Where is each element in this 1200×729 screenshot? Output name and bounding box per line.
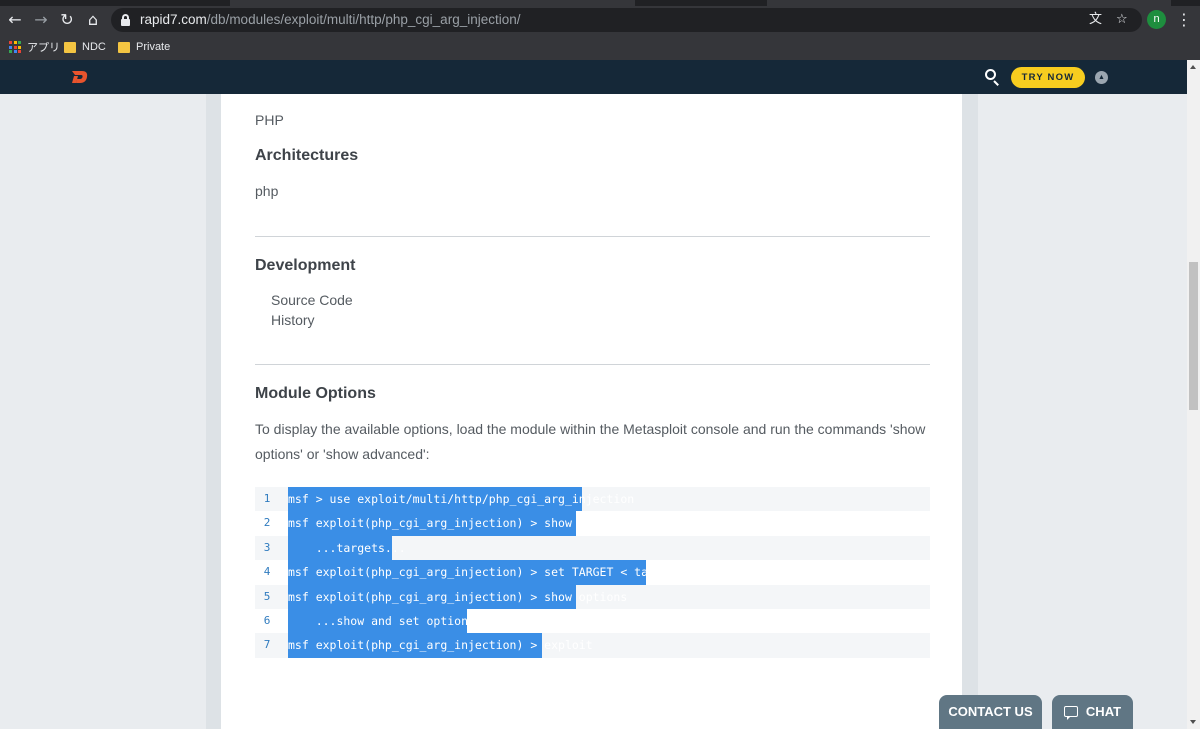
code-block[interactable]: 1 msf > use exploit/multi/http/php_cgi_a… bbox=[255, 487, 930, 658]
line-number: 7 bbox=[263, 638, 271, 652]
development-heading: Development bbox=[255, 257, 356, 274]
bookmark-label: アプリ bbox=[27, 42, 60, 54]
translate-icon[interactable]: 文 bbox=[1089, 8, 1102, 32]
divider bbox=[255, 364, 930, 365]
code-text: msf exploit(php_cgi_arg_injection) > sho… bbox=[288, 589, 628, 604]
code-text: msf > use exploit/multi/http/php_cgi_arg… bbox=[288, 492, 635, 506]
source-code-link[interactable]: Source Code bbox=[271, 292, 353, 308]
module-options-text: To display the available options, load t… bbox=[255, 421, 926, 462]
chat-label: CHAT bbox=[1085, 704, 1122, 719]
code-text: ...targets... bbox=[288, 540, 406, 555]
home-icon[interactable]: ⌂ bbox=[82, 6, 104, 34]
star-icon[interactable]: ☆ bbox=[1116, 8, 1128, 32]
page-scrollbar[interactable] bbox=[1187, 60, 1200, 729]
code-line: 5 msf exploit(php_cgi_arg_injection) > s… bbox=[255, 584, 930, 609]
site-header: TRY NOW ▲ bbox=[0, 60, 1187, 94]
scroll-up-icon[interactable] bbox=[1190, 65, 1196, 69]
line-number: 4 bbox=[263, 565, 271, 579]
chat-button[interactable]: CHAT bbox=[1052, 695, 1133, 729]
code-line: 3 ...targets... bbox=[255, 535, 930, 561]
architectures-heading: Architectures bbox=[255, 147, 359, 164]
platform-value: PHP bbox=[255, 112, 284, 128]
folder-icon bbox=[118, 41, 130, 53]
code-line: 2 msf exploit(php_cgi_arg_injection) > s… bbox=[255, 511, 930, 536]
address-bar[interactable]: rapid7.com/db/modules/exploit/multi/http… bbox=[111, 8, 1142, 32]
profile-avatar[interactable]: n bbox=[1147, 10, 1166, 29]
chevron-up-icon[interactable]: ▲ bbox=[1095, 71, 1108, 84]
search-icon[interactable] bbox=[985, 69, 1001, 86]
code-text: msf exploit(php_cgi_arg_injection) > set… bbox=[288, 565, 711, 580]
line-number: 3 bbox=[263, 540, 271, 554]
code-text: ...show and set options... bbox=[288, 614, 496, 628]
contact-us-button[interactable]: CONTACT US bbox=[939, 695, 1042, 729]
bookmark-label: Private bbox=[136, 41, 171, 53]
url-path: /db/modules/exploit/multi/http/php_cgi_a… bbox=[206, 12, 521, 27]
line-number: 5 bbox=[263, 589, 271, 603]
back-icon[interactable]: ← bbox=[4, 6, 26, 34]
scroll-down-icon[interactable] bbox=[1190, 720, 1196, 724]
bookmark-private[interactable]: Private bbox=[118, 34, 170, 60]
bookmark-apps[interactable]: アプリ bbox=[9, 34, 60, 60]
content-border-right bbox=[962, 94, 978, 729]
reload-icon[interactable]: ↻ bbox=[56, 6, 78, 34]
bookmarks-bar: アプリ NDC Private bbox=[0, 34, 1200, 60]
forward-icon[interactable]: → bbox=[30, 6, 52, 34]
code-line: 4 msf exploit(php_cgi_arg_injection) > s… bbox=[255, 560, 930, 585]
bookmark-label: NDC bbox=[82, 41, 106, 53]
scrollbar-thumb[interactable] bbox=[1189, 262, 1198, 410]
line-number: 2 bbox=[263, 516, 271, 530]
history-link[interactable]: History bbox=[271, 312, 315, 328]
line-number: 1 bbox=[263, 492, 271, 505]
module-options-heading: Module Options bbox=[255, 385, 376, 402]
divider bbox=[255, 236, 930, 237]
code-text: msf exploit(php_cgi_arg_injection) > exp… bbox=[288, 638, 593, 653]
apps-grid-icon bbox=[9, 41, 21, 53]
code-line: 6 ...show and set options... bbox=[255, 609, 930, 634]
browser-menu-icon[interactable]: ⋮ bbox=[1176, 6, 1192, 34]
lock-icon[interactable] bbox=[121, 14, 130, 26]
code-line: 1 msf > use exploit/multi/http/php_cgi_a… bbox=[255, 487, 930, 512]
bookmark-ndc[interactable]: NDC bbox=[64, 34, 106, 60]
url-host: rapid7.com bbox=[140, 12, 207, 27]
content-border-left bbox=[206, 94, 221, 729]
architectures-value: php bbox=[255, 183, 279, 199]
folder-icon bbox=[64, 41, 76, 53]
url-text[interactable]: rapid7.com/db/modules/exploit/multi/http… bbox=[140, 8, 521, 32]
try-now-button[interactable]: TRY NOW bbox=[1011, 67, 1085, 88]
code-text: msf exploit(php_cgi_arg_injection) > sho… bbox=[288, 516, 628, 531]
rapid7-logo-icon[interactable] bbox=[70, 69, 90, 85]
browser-toolbar: ← → ↻ ⌂ rapid7.com/db/modules/exploit/mu… bbox=[0, 6, 1200, 34]
chat-bubble-icon bbox=[1063, 706, 1078, 720]
code-line: 7 msf exploit(php_cgi_arg_injection) > e… bbox=[255, 633, 930, 658]
line-number: 6 bbox=[263, 614, 271, 627]
